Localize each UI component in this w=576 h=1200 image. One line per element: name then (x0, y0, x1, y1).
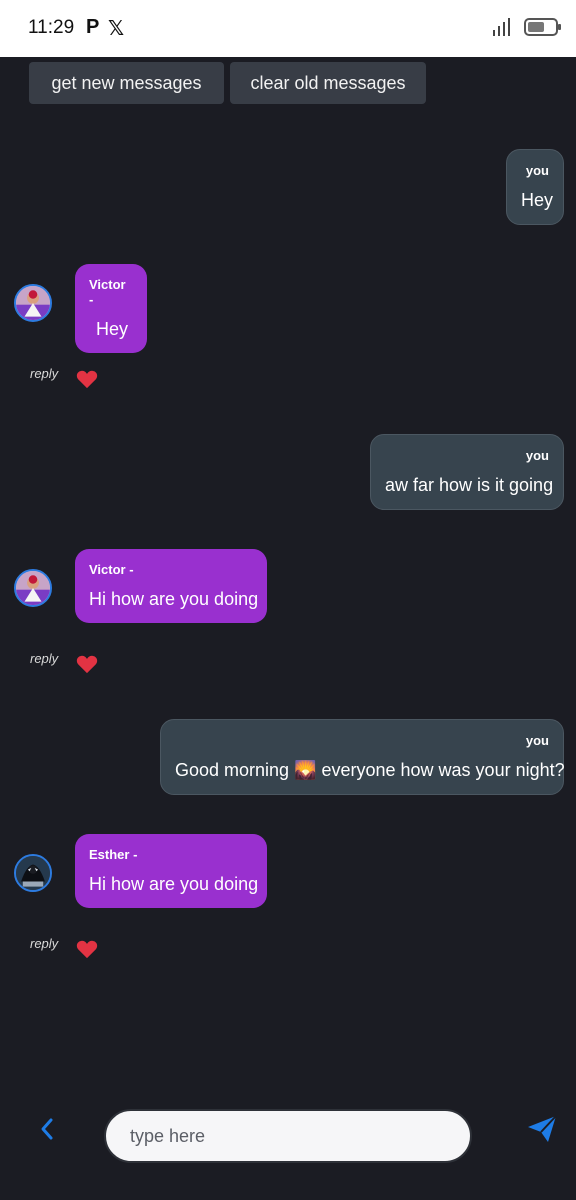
message-sender: you (525, 163, 549, 178)
signal-icon (493, 18, 510, 36)
reply-link[interactable]: reply (30, 651, 58, 666)
own-message-bubble: you Good morning 🌄 everyone how was your… (160, 719, 565, 795)
status-indicators (492, 17, 561, 37)
other-message-bubble: Esther - Hi how are you doing (75, 834, 267, 908)
message-text: Good morning 🌄 everyone how was your nig… (175, 760, 565, 780)
message-text: Hi how are you doing (89, 874, 259, 894)
message-text: aw far how is it going (385, 475, 554, 495)
get-new-messages-button[interactable]: get new messages (29, 62, 224, 104)
send-icon[interactable] (526, 1114, 558, 1144)
message-sender: you (525, 448, 549, 463)
message-text: Hey (521, 190, 554, 210)
avatar-victor[interactable] (14, 284, 52, 322)
clear-old-messages-button[interactable]: clear old messages (230, 62, 426, 104)
x-app-icon: 𝕏 (108, 18, 125, 40)
avatar-victor[interactable] (14, 569, 52, 607)
heart-icon[interactable] (76, 939, 98, 959)
p-app-icon: P (86, 16, 100, 38)
message-sender: Victor - (89, 562, 134, 577)
other-message-bubble: Victor - Hi how are you doing (75, 549, 267, 623)
message-sender: you (525, 733, 549, 748)
message-text: Hey (96, 319, 129, 339)
message-sender: Victor - (89, 277, 126, 307)
status-bar: 11:29 P 𝕏 (0, 0, 576, 57)
own-message-bubble: you Hey (506, 149, 564, 225)
message-sender: Esther - (89, 847, 138, 862)
message-input[interactable] (104, 1109, 472, 1163)
other-message-bubble: Victor - Hey (75, 264, 147, 353)
reply-link[interactable]: reply (30, 366, 58, 381)
battery-icon (524, 18, 561, 36)
heart-icon[interactable] (76, 654, 98, 674)
own-message-bubble: you aw far how is it going (370, 434, 564, 510)
status-time: 11:29 (28, 17, 75, 38)
reply-link[interactable]: reply (30, 936, 58, 951)
avatar-esther[interactable] (14, 854, 52, 892)
message-text: Hi how are you doing (89, 589, 259, 609)
chevron-left-icon[interactable] (36, 1116, 58, 1142)
heart-icon[interactable] (76, 369, 98, 389)
